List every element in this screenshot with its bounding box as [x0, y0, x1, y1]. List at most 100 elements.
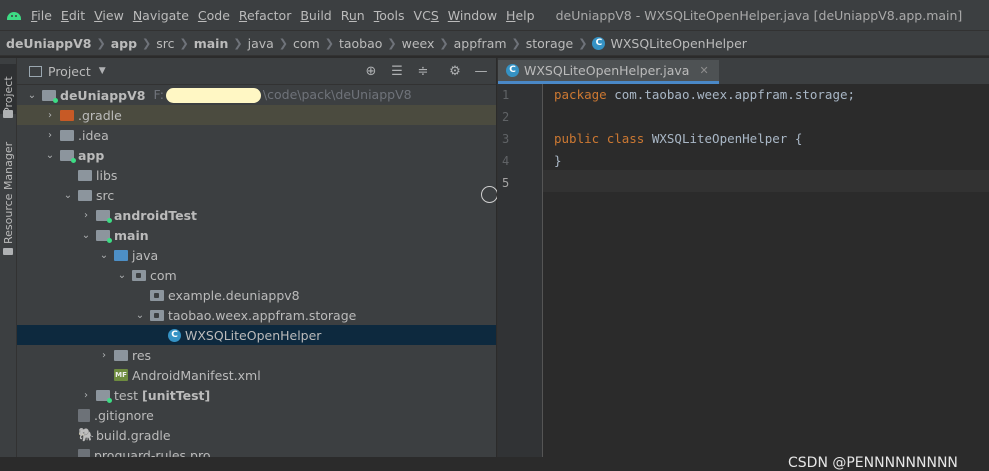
- code-text: WXSQLiteOpenHelper {: [644, 131, 803, 146]
- tree-item-label: com: [150, 267, 177, 283]
- folder-icon: [78, 169, 92, 181]
- code-editor[interactable]: 1 2 3 4 5 package com.taobao.weex.appfra…: [498, 84, 989, 471]
- tree-item-label: src: [96, 187, 115, 203]
- tree-item-wxsqliteopenhelper[interactable]: › C WXSQLiteOpenHelper: [17, 325, 496, 345]
- breadcrumb-item[interactable]: weex: [402, 36, 435, 51]
- tree-item-res[interactable]: › res: [17, 345, 496, 365]
- folder-icon: [3, 110, 13, 118]
- chevron-right-icon[interactable]: ›: [97, 350, 111, 361]
- breadcrumb-item[interactable]: taobao: [339, 36, 382, 51]
- menu-refactor[interactable]: Refactor: [239, 8, 291, 23]
- tree-item-test[interactable]: › test [unitTest]: [17, 385, 496, 405]
- menu-help[interactable]: Help: [506, 8, 535, 23]
- breadcrumb-item[interactable]: src: [156, 36, 174, 51]
- project-panel-title[interactable]: Project: [48, 64, 91, 79]
- locate-icon[interactable]: ⊕: [362, 64, 380, 79]
- source-set-icon: [96, 229, 112, 243]
- tree-item-androidmanifest[interactable]: › MF AndroidManifest.xml: [17, 365, 496, 385]
- chevron-down-icon[interactable]: ⌄: [97, 250, 111, 261]
- menu-edit[interactable]: Edit: [61, 8, 85, 23]
- tree-item-label: libs: [96, 167, 118, 183]
- menu-view[interactable]: View: [94, 8, 124, 23]
- tree-item-build-gradle[interactable]: › 🐘 build.gradle: [17, 425, 496, 445]
- keyword: package: [554, 87, 607, 102]
- breadcrumb-item[interactable]: WXSQLiteOpenHelper: [610, 36, 746, 51]
- keyword: class: [606, 131, 645, 146]
- tree-item-idea[interactable]: › .idea: [17, 125, 496, 145]
- breadcrumb-item[interactable]: app: [111, 36, 137, 51]
- file-icon: [78, 448, 90, 457]
- chevron-right-icon: ❯: [179, 36, 189, 50]
- class-icon: C: [592, 36, 606, 50]
- menu-tools[interactable]: Tools: [374, 8, 405, 23]
- chevron-down-icon[interactable]: ⌄: [43, 150, 57, 161]
- chevron-down-icon[interactable]: ⌄: [115, 270, 129, 281]
- tree-item-root[interactable]: ⌄ deUniappV8 F: \code\pack\deUniappV8: [17, 85, 496, 105]
- tree-item-libs[interactable]: › libs: [17, 165, 496, 185]
- minimize-icon[interactable]: —: [472, 64, 490, 79]
- chevron-down-icon[interactable]: ⌄: [79, 230, 93, 241]
- tree-item-java[interactable]: ⌄ java: [17, 245, 496, 265]
- chevron-down-icon[interactable]: ⌄: [61, 190, 75, 201]
- breadcrumb-item[interactable]: java: [248, 36, 274, 51]
- menu-window[interactable]: Window: [448, 8, 497, 23]
- gear-icon[interactable]: ⚙: [446, 64, 464, 79]
- menu-build[interactable]: Build: [300, 8, 331, 23]
- menu-file[interactable]: File: [31, 8, 52, 23]
- breadcrumb-item[interactable]: storage: [526, 36, 574, 51]
- tab-resource-manager[interactable]: Resource Manager: [0, 140, 16, 244]
- chevron-down-icon[interactable]: ⌄: [25, 90, 39, 101]
- tree-item-app[interactable]: ⌄ app: [17, 145, 496, 165]
- chevron-right-icon: ❯: [387, 36, 397, 50]
- tree-item-gitignore[interactable]: › .gitignore: [17, 405, 496, 425]
- package-icon: [150, 289, 164, 301]
- breadcrumb: deUniappV8 ❯ app ❯ src ❯ main ❯ java ❯ com ❯ t…: [0, 30, 989, 56]
- tree-item-label: res: [132, 347, 152, 363]
- menu-bar: File Edit View Navigate Code Refactor Bu…: [0, 0, 989, 30]
- tab-project-label: Project: [1, 76, 15, 114]
- menu-run[interactable]: Run: [341, 8, 365, 23]
- breadcrumb-item[interactable]: com: [293, 36, 320, 51]
- breadcrumb-item[interactable]: deUniappV8: [6, 36, 91, 51]
- module-icon: [60, 149, 76, 163]
- tree-item-gradle[interactable]: › .gradle: [17, 105, 496, 125]
- folder-icon: [78, 189, 92, 201]
- tree-item-label: app: [78, 147, 105, 163]
- code-line-3: public class WXSQLiteOpenHelper {: [554, 128, 802, 150]
- chevron-right-icon[interactable]: ›: [79, 210, 93, 221]
- tree-item-label: build.gradle: [96, 427, 171, 443]
- path-prefix: F:: [153, 87, 164, 102]
- tree-item-example-deuniappv8[interactable]: › example.deuniappv8: [17, 285, 496, 305]
- tool-window-strip: Project Resource Manager: [0, 58, 17, 457]
- module-icon: [42, 89, 58, 103]
- line-number: 3: [502, 132, 510, 146]
- tab-project[interactable]: Project: [0, 64, 16, 114]
- chevron-right-icon[interactable]: ›: [43, 110, 57, 121]
- tree-item-label: androidTest: [114, 207, 198, 223]
- expand-all-icon[interactable]: ☰: [388, 64, 406, 79]
- collapse-all-icon[interactable]: ≑: [414, 64, 432, 79]
- project-panel: Project ▼ ⊕ ☰ ≑ ⚙ — ⌄ deUniappV8 F: \code…: [17, 58, 496, 457]
- chevron-right-icon[interactable]: ›: [43, 130, 57, 141]
- line-number: 1: [502, 88, 510, 102]
- caret-down-icon[interactable]: ▼: [99, 66, 106, 76]
- tree-item-proguard[interactable]: › proguard-rules.pro: [17, 445, 496, 457]
- breadcrumb-item[interactable]: appfram: [454, 36, 507, 51]
- breadcrumb-item[interactable]: main: [194, 36, 229, 51]
- tree-item-label: .idea: [78, 127, 109, 143]
- menu-vcs[interactable]: VCS: [414, 8, 439, 23]
- tree-item-com[interactable]: ⌄ com: [17, 265, 496, 285]
- tree-item-main[interactable]: ⌄ main: [17, 225, 496, 245]
- tree-item-androidtest[interactable]: › androidTest: [17, 205, 496, 225]
- chevron-right-icon[interactable]: ›: [79, 390, 93, 401]
- menu-navigate[interactable]: Navigate: [133, 8, 189, 23]
- tree-item-label: deUniappV8: [60, 87, 146, 103]
- resource-folder-icon: [114, 349, 128, 361]
- menu-code[interactable]: Code: [198, 8, 230, 23]
- tree-item-src[interactable]: ⌄ src: [17, 185, 496, 205]
- tree-item-taobao-package[interactable]: ⌄ taobao.weex.appfram.storage: [17, 305, 496, 325]
- chevron-down-icon[interactable]: ⌄: [133, 310, 147, 321]
- editor-tab-wxsqliteopenhelper[interactable]: C WXSQLiteOpenHelper.java ✕: [498, 60, 719, 84]
- tree-item-label: WXSQLiteOpenHelper: [185, 327, 322, 343]
- close-icon[interactable]: ✕: [699, 64, 708, 77]
